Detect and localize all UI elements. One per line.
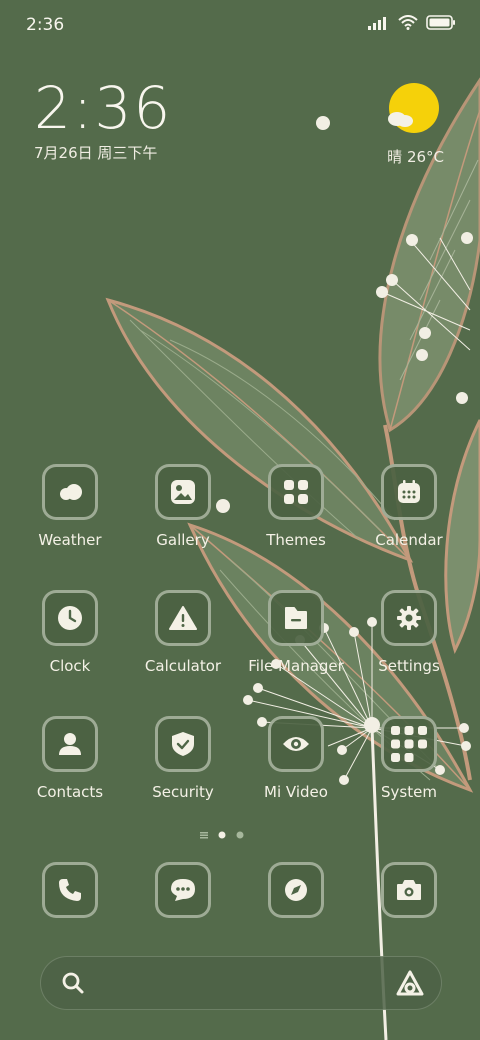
- app-label: Weather: [38, 531, 102, 549]
- app-system-folder[interactable]: System: [352, 716, 466, 801]
- messages-icon[interactable]: [155, 862, 211, 918]
- app-label: Contacts: [36, 783, 104, 801]
- calendar-icon: [381, 464, 437, 520]
- app-label: Themes: [266, 531, 326, 549]
- weather-icon: [42, 464, 98, 520]
- search-icon: [62, 972, 84, 994]
- app-mi-video[interactable]: Mi Video: [239, 716, 353, 801]
- app-clock[interactable]: Clock: [13, 590, 127, 675]
- status-bar: 2:36: [0, 0, 480, 50]
- app-file-manager[interactable]: File Manager: [239, 590, 353, 675]
- gallery-icon: [155, 464, 211, 520]
- signal-icon: [368, 16, 386, 30]
- widget-time: 2:36: [34, 74, 173, 142]
- wifi-icon: [398, 15, 418, 30]
- clock-widget[interactable]: 2:36 7月26日 周三下午: [34, 76, 172, 163]
- app-calendar[interactable]: Calendar: [352, 464, 466, 549]
- app-label: Calendar: [375, 531, 443, 549]
- weather-condition: 晴: [387, 148, 403, 166]
- app-weather[interactable]: Weather: [13, 464, 127, 549]
- assistant-icon[interactable]: [395, 969, 425, 999]
- app-label: Mi Video: [264, 783, 328, 801]
- app-label: Clock: [49, 657, 91, 675]
- phone-icon[interactable]: [42, 862, 98, 918]
- page-dot-active: [218, 831, 226, 839]
- calculator-icon: [155, 590, 211, 646]
- browser-icon[interactable]: [268, 862, 324, 918]
- app-settings[interactable]: Settings: [352, 590, 466, 675]
- app-contacts[interactable]: Contacts: [13, 716, 127, 801]
- weather-widget[interactable]: 晴 26°C: [364, 80, 444, 172]
- mi-video-icon: [268, 716, 324, 772]
- page-list-icon: [200, 832, 208, 839]
- status-time: 2:36: [26, 15, 65, 35]
- app-label: Gallery: [156, 531, 210, 549]
- security-icon: [155, 716, 211, 772]
- app-security[interactable]: Security: [126, 716, 240, 801]
- search-input[interactable]: [101, 967, 375, 1001]
- status-icons: [368, 15, 456, 30]
- system-folder-icon: [381, 716, 437, 772]
- weather-summary: 晴 26°C: [387, 146, 444, 167]
- battery-icon: [426, 15, 455, 30]
- app-label: Settings: [378, 657, 440, 675]
- settings-icon: [381, 590, 437, 646]
- search-bar[interactable]: [40, 956, 442, 1010]
- app-label: System: [381, 783, 437, 801]
- page-dot: [236, 831, 244, 839]
- weather-temperature: 26°C: [406, 148, 444, 166]
- widget-date: 7月26日 周三下午: [34, 144, 158, 162]
- camera-icon[interactable]: [381, 862, 437, 918]
- file-manager-icon: [268, 590, 324, 646]
- app-label: File Manager: [248, 657, 344, 675]
- app-gallery[interactable]: Gallery: [126, 464, 240, 549]
- app-calculator[interactable]: Calculator: [126, 590, 240, 675]
- page-indicator[interactable]: [200, 829, 250, 841]
- app-label: Security: [152, 783, 214, 801]
- contacts-icon: [42, 716, 98, 772]
- app-label: Calculator: [144, 657, 222, 675]
- sunny-partly-cloudy-icon: [388, 83, 439, 133]
- app-themes[interactable]: Themes: [239, 464, 353, 549]
- clock-icon: [42, 590, 98, 646]
- themes-icon: [268, 464, 324, 520]
